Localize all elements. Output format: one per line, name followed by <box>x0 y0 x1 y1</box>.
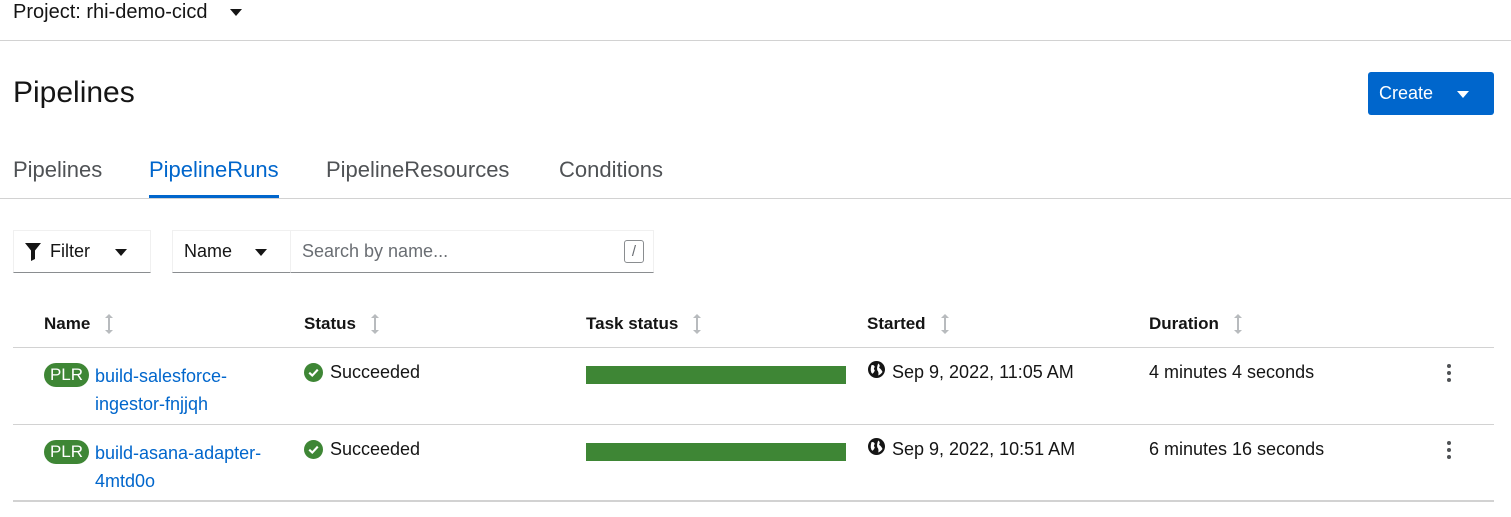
funnel-icon <box>25 242 41 261</box>
create-button-label: Create <box>1379 83 1434 103</box>
check-circle-icon <box>304 363 323 382</box>
tab-bar: Pipelines PipelineRuns PipelineResources… <box>0 145 1511 199</box>
started-text: Sep 9, 2022, 10:51 AM <box>892 439 1076 459</box>
pipelineruns-table: Name Status Task status Started Duration… <box>13 296 1494 502</box>
column-header-label: Started <box>867 314 926 333</box>
sort-icon <box>940 314 949 334</box>
column-header-label: Duration <box>1149 314 1219 333</box>
table-header: Name Status Task status Started Duration <box>13 296 1494 348</box>
filter-attribute-label: Name <box>184 241 233 261</box>
started-text: Sep 9, 2022, 11:05 AM <box>892 362 1074 382</box>
sort-icon <box>1233 314 1242 334</box>
column-header-label: Name <box>44 314 91 333</box>
create-button[interactable]: Create <box>1368 72 1494 115</box>
sort-icon <box>105 314 114 334</box>
filter-button-label: Filter <box>50 241 90 261</box>
search-box: / <box>290 230 654 273</box>
plr-badge: PLR <box>44 363 89 387</box>
filter-button[interactable]: Filter <box>13 230 151 273</box>
table-row: PLR build-asana-adapter-4mtd0o Succeeded… <box>13 425 1494 502</box>
search-input[interactable] <box>291 231 611 272</box>
sort-icon <box>370 314 379 334</box>
status-cell: Succeeded <box>304 362 420 383</box>
column-header-task-status[interactable]: Task status <box>586 314 702 334</box>
caret-down-icon <box>115 249 127 256</box>
globe-icon <box>868 438 885 455</box>
search-shortcut-hint: / <box>624 240 644 263</box>
plr-badge: PLR <box>44 440 89 464</box>
status-text: Succeeded <box>330 362 421 382</box>
project-bar: Project: rhi-demo-cicd <box>0 0 1511 41</box>
check-circle-icon <box>304 440 323 459</box>
task-status-fill <box>586 443 846 461</box>
kebab-icon[interactable] <box>1441 439 1457 461</box>
sort-icon <box>693 314 702 334</box>
page-title: Pipelines <box>13 76 135 109</box>
duration-text: 4 minutes 4 seconds <box>1149 362 1315 382</box>
status-text: Succeeded <box>330 439 421 459</box>
tab-pipelines[interactable]: Pipelines <box>13 157 102 195</box>
started-cell: Sep 9, 2022, 10:51 AM <box>868 438 1076 460</box>
column-header-name[interactable]: Name <box>44 314 114 334</box>
caret-down-icon <box>1457 91 1469 98</box>
task-status-bar[interactable] <box>586 366 846 384</box>
column-header-started[interactable]: Started <box>867 314 950 334</box>
pipelinerun-link[interactable]: build-salesforce-ingestor-fnjjqh <box>95 362 270 418</box>
column-header-label: Task status <box>586 314 679 333</box>
globe-icon <box>868 361 885 378</box>
project-selector[interactable]: Project: rhi-demo-cicd <box>13 1 242 24</box>
duration-text: 6 minutes 16 seconds <box>1149 439 1325 459</box>
status-cell: Succeeded <box>304 439 420 460</box>
tab-conditions[interactable]: Conditions <box>559 157 663 195</box>
task-status-bar[interactable] <box>586 443 846 461</box>
column-header-duration[interactable]: Duration <box>1149 314 1243 334</box>
pipelinerun-link[interactable]: build-asana-adapter-4mtd0o <box>95 439 270 495</box>
tab-pipelineruns[interactable]: PipelineRuns <box>149 157 279 198</box>
caret-down-icon <box>229 9 242 16</box>
task-status-fill <box>586 366 846 384</box>
table-row: PLR build-salesforce-ingestor-fnjjqh Suc… <box>13 348 1494 425</box>
started-cell: Sep 9, 2022, 11:05 AM <box>868 361 1074 383</box>
tab-pipelineresources[interactable]: PipelineResources <box>326 157 509 195</box>
caret-down-icon <box>255 249 267 256</box>
filter-attribute-select[interactable]: Name <box>172 230 291 273</box>
column-header-label: Status <box>304 314 356 333</box>
column-header-status[interactable]: Status <box>304 314 380 334</box>
project-selector-label: Project: rhi-demo-cicd <box>13 1 208 23</box>
kebab-icon[interactable] <box>1441 362 1457 384</box>
